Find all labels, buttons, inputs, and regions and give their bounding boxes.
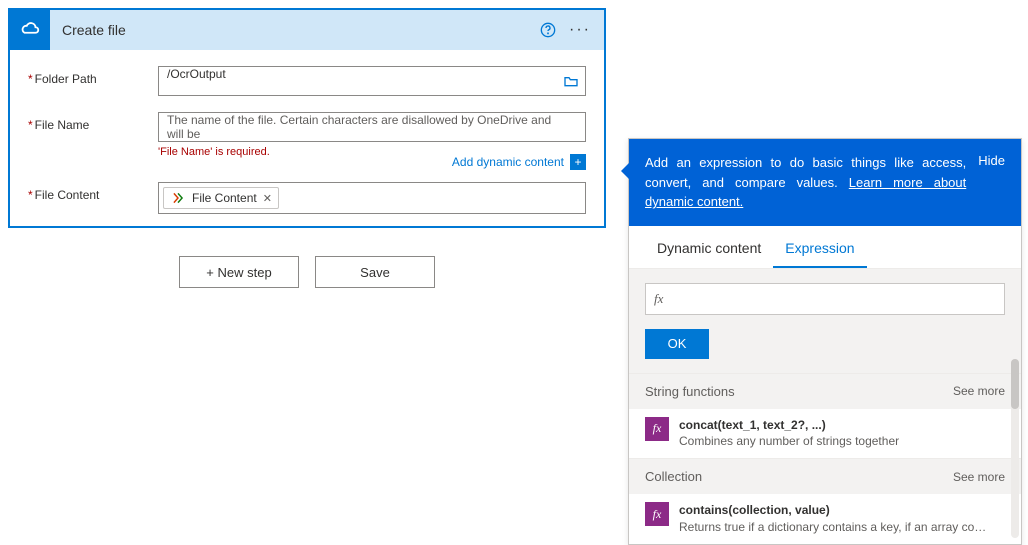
- file-content-token[interactable]: File Content ✕: [163, 187, 279, 209]
- fn-item-concat[interactable]: fx concat(text_1, text_2?, ...) Combines…: [629, 409, 1021, 459]
- folder-picker-icon[interactable]: [562, 72, 580, 90]
- fn-item-contains[interactable]: fx contains(collection, value) Returns t…: [629, 494, 1021, 544]
- section-title-collection: Collection: [645, 469, 702, 484]
- save-button[interactable]: Save: [315, 256, 435, 288]
- file-name-label: File Name: [28, 112, 158, 132]
- hide-link[interactable]: Hide: [978, 153, 1005, 212]
- token-label: File Content: [192, 191, 257, 205]
- file-name-input[interactable]: The name of the file. Certain characters…: [158, 112, 586, 142]
- flyout-arrow-icon: [621, 163, 629, 179]
- folder-path-input[interactable]: /OcrOutput: [158, 66, 586, 96]
- fn-signature: contains(collection, value): [679, 502, 989, 519]
- file-name-error: 'File Name' is required.: [158, 146, 586, 158]
- see-more-string[interactable]: See more: [953, 384, 1005, 398]
- see-more-collection[interactable]: See more: [953, 470, 1005, 484]
- fn-description: Returns true if a dictionary contains a …: [679, 519, 989, 536]
- card-header[interactable]: Create file ···: [10, 10, 604, 50]
- file-content-input[interactable]: File Content ✕: [158, 182, 586, 214]
- more-icon[interactable]: ···: [568, 18, 592, 42]
- ok-button[interactable]: OK: [645, 329, 709, 359]
- fn-signature: concat(text_1, text_2?, ...): [679, 417, 899, 434]
- help-icon[interactable]: [536, 18, 560, 42]
- expression-input[interactable]: fx: [645, 283, 1005, 315]
- expression-flyout: Add an expression to do basic things lik…: [628, 138, 1022, 545]
- section-title-string: String functions: [645, 384, 735, 399]
- token-remove-icon[interactable]: ✕: [263, 192, 272, 205]
- create-file-card: Create file ··· Folder Path /OcrOutput F…: [8, 8, 606, 228]
- file-content-label: File Content: [28, 182, 158, 202]
- tab-expression[interactable]: Expression: [773, 226, 866, 268]
- folder-path-label: Folder Path: [28, 66, 158, 86]
- tab-dynamic-content[interactable]: Dynamic content: [645, 226, 773, 268]
- flyout-banner-text: Add an expression to do basic things lik…: [645, 153, 966, 212]
- fx-icon: fx: [645, 417, 669, 441]
- scrollbar-thumb[interactable]: [1011, 359, 1019, 409]
- fn-description: Combines any number of strings together: [679, 433, 899, 450]
- fx-icon: fx: [645, 502, 669, 526]
- card-title: Create file: [62, 22, 528, 38]
- cloud-icon: [10, 10, 50, 50]
- api-icon: [170, 190, 186, 206]
- new-step-button[interactable]: + New step: [179, 256, 299, 288]
